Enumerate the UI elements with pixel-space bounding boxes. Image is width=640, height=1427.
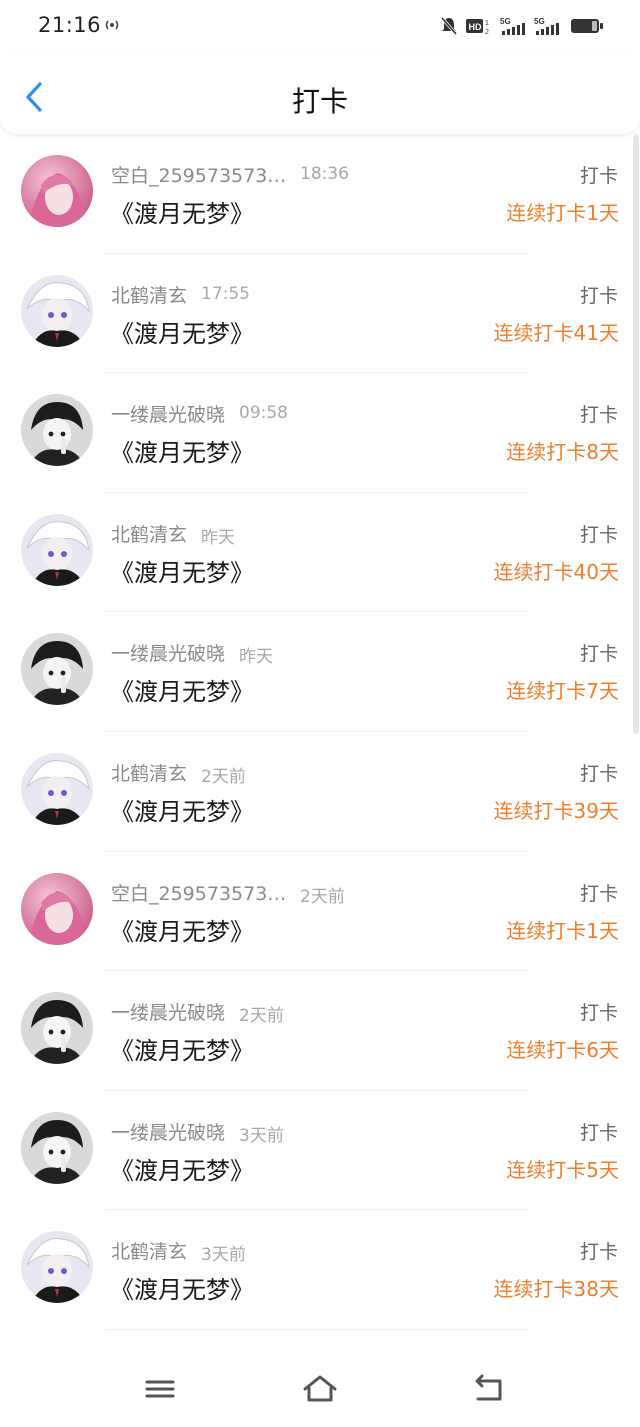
user-name[interactable]: 一缕晨光破晓 — [111, 400, 225, 427]
avatar[interactable] — [21, 752, 93, 825]
user-name[interactable]: 北鹤清玄 — [111, 520, 187, 547]
checkin-time: 昨天 — [201, 527, 235, 548]
checkin-row[interactable]: 一缕晨光破晓 2天前《渡月无梦》 打卡连续打卡6天 — [0, 971, 640, 1091]
checkin-time: 2天前 — [201, 766, 246, 787]
book-title[interactable]: 《渡月无梦》 — [110, 792, 254, 827]
streak-label: 连续打卡7天 — [506, 679, 619, 704]
action-label: 打卡 — [579, 643, 618, 666]
action-label: 打卡 — [579, 404, 618, 427]
checkin-time: 2天前 — [300, 886, 345, 907]
checkin-row[interactable]: 北鹤清玄 2天前《渡月无梦》 打卡连续打卡39天 — [0, 732, 640, 852]
action-label: 打卡 — [579, 284, 618, 307]
checkin-row[interactable]: 北鹤清玄 17:55 《渡月无梦》 打卡连续打卡41天 — [0, 254, 640, 374]
book-title[interactable]: 《渡月无梦》 — [110, 194, 254, 229]
page-title: 打卡 — [291, 85, 348, 118]
book-title[interactable]: 《渡月无梦》 — [110, 1151, 254, 1186]
system-nav-bar — [0, 1360, 640, 1427]
checkin-row[interactable]: 北鹤清玄 3天前《渡月无梦》 打卡连续打卡38天 — [0, 1210, 640, 1330]
checkin-time: 2天前 — [239, 1006, 284, 1027]
mute-bell-icon — [440, 17, 458, 35]
row-divider — [105, 1328, 530, 1330]
checkin-row[interactable]: 空白_259573573… 18:36 《渡月无梦》 打卡连续打卡1天 — [0, 134, 640, 254]
streak-label: 连续打卡39天 — [493, 798, 619, 823]
action-label: 打卡 — [579, 1121, 618, 1144]
checkin-row[interactable]: 一缕晨光破晓 09:58 《渡月无梦》 打卡连续打卡8天 — [0, 373, 640, 493]
book-title[interactable]: 《渡月无梦》 — [110, 912, 254, 947]
avatar[interactable] — [21, 633, 93, 706]
checkin-time: 09:58 — [239, 403, 288, 424]
svg-text:5G: 5G — [500, 17, 511, 26]
streak-label: 连续打卡8天 — [506, 440, 619, 465]
avatar[interactable] — [21, 872, 93, 945]
action-label: 打卡 — [579, 882, 618, 905]
streak-label: 连续打卡5天 — [506, 1157, 619, 1182]
streak-label: 连续打卡38天 — [493, 1277, 619, 1302]
hotspot-icon — [105, 20, 119, 30]
user-name[interactable]: 一缕晨光破晓 — [111, 998, 225, 1025]
svg-text:5G: 5G — [534, 17, 545, 26]
action-label: 打卡 — [579, 1002, 618, 1025]
streak-label: 连续打卡41天 — [493, 320, 619, 345]
checkin-time: 18:36 — [300, 164, 349, 184]
svg-text:1: 1 — [485, 20, 489, 27]
user-name[interactable]: 北鹤清玄 — [111, 759, 187, 786]
battery-icon — [571, 19, 603, 33]
checkin-time: 3天前 — [201, 1245, 246, 1266]
hd-icon: HD 1 2 — [466, 19, 489, 36]
nav-bar: 打卡 — [0, 52, 640, 134]
streak-label: 连续打卡6天 — [506, 1038, 619, 1063]
user-name[interactable]: 一缕晨光破晓 — [111, 1118, 225, 1145]
checkin-time: 昨天 — [239, 647, 273, 668]
status-bar: 21:16 HD 1 2 5G 5G — [0, 0, 640, 52]
book-title[interactable]: 《渡月无梦》 — [110, 672, 254, 707]
book-title[interactable]: 《渡月无梦》 — [110, 314, 254, 349]
action-label: 打卡 — [579, 523, 618, 546]
svg-text:2: 2 — [485, 29, 489, 36]
user-name[interactable]: 空白_259573573… — [111, 879, 286, 906]
book-title[interactable]: 《渡月无梦》 — [110, 553, 254, 588]
avatar[interactable] — [21, 1231, 93, 1304]
avatar[interactable] — [21, 992, 93, 1065]
scrollbar[interactable] — [633, 134, 639, 734]
checkin-list: 空白_259573573… 18:36 《渡月无梦》 打卡 连续打卡1天 北鹤清玄 17:5… — [0, 134, 640, 1330]
avatar[interactable] — [21, 155, 93, 227]
avatar[interactable] — [21, 1111, 93, 1184]
checkin-row[interactable]: 一缕晨光破晓 3天前《渡月无梦》 打卡连续打卡5天 — [0, 1091, 640, 1211]
book-title[interactable]: 《渡月无梦》 — [110, 433, 254, 468]
user-name[interactable]: 北鹤清玄 — [111, 281, 187, 308]
checkin-row[interactable]: 一缕晨光破晓 昨天《渡月无梦》 打卡连续打卡7天 — [0, 612, 640, 732]
avatar[interactable] — [21, 394, 93, 467]
menu-icon[interactable] — [140, 1372, 180, 1406]
checkin-time: 3天前 — [239, 1125, 284, 1146]
checkin-time: 17:55 — [201, 283, 250, 304]
streak-label: 连续打卡1天 — [506, 918, 619, 943]
back-icon[interactable] — [468, 1372, 508, 1406]
streak-label: 连续打卡1天 — [506, 201, 619, 225]
home-icon[interactable] — [300, 1372, 340, 1406]
checkin-row[interactable]: 北鹤清玄 昨天《渡月无梦》 打卡连续打卡40天 — [0, 493, 640, 613]
action-label: 打卡 — [579, 1241, 618, 1264]
book-title[interactable]: 《渡月无梦》 — [110, 1270, 254, 1305]
checkin-row[interactable]: 空白_259573573… 2天前《渡月无梦》 打卡连续打卡1天 — [0, 852, 640, 972]
signal-5g-icon-2: 5G — [534, 17, 559, 35]
book-title[interactable]: 《渡月无梦》 — [110, 1031, 254, 1066]
avatar[interactable] — [21, 274, 93, 347]
svg-text:HD: HD — [469, 22, 482, 32]
streak-label: 连续打卡40天 — [493, 559, 619, 584]
avatar[interactable] — [21, 513, 93, 586]
signal-5g-icon: 5G — [500, 17, 525, 35]
status-time: 21:16 — [38, 13, 102, 37]
action-label: 打卡 — [579, 165, 618, 187]
user-name[interactable]: 空白_259573573… — [111, 161, 286, 188]
action-label: 打卡 — [579, 762, 618, 785]
status-icons: HD 1 2 5G 5G — [440, 14, 604, 38]
user-name[interactable]: 一缕晨光破晓 — [111, 639, 225, 666]
user-name[interactable]: 北鹤清玄 — [111, 1237, 187, 1264]
